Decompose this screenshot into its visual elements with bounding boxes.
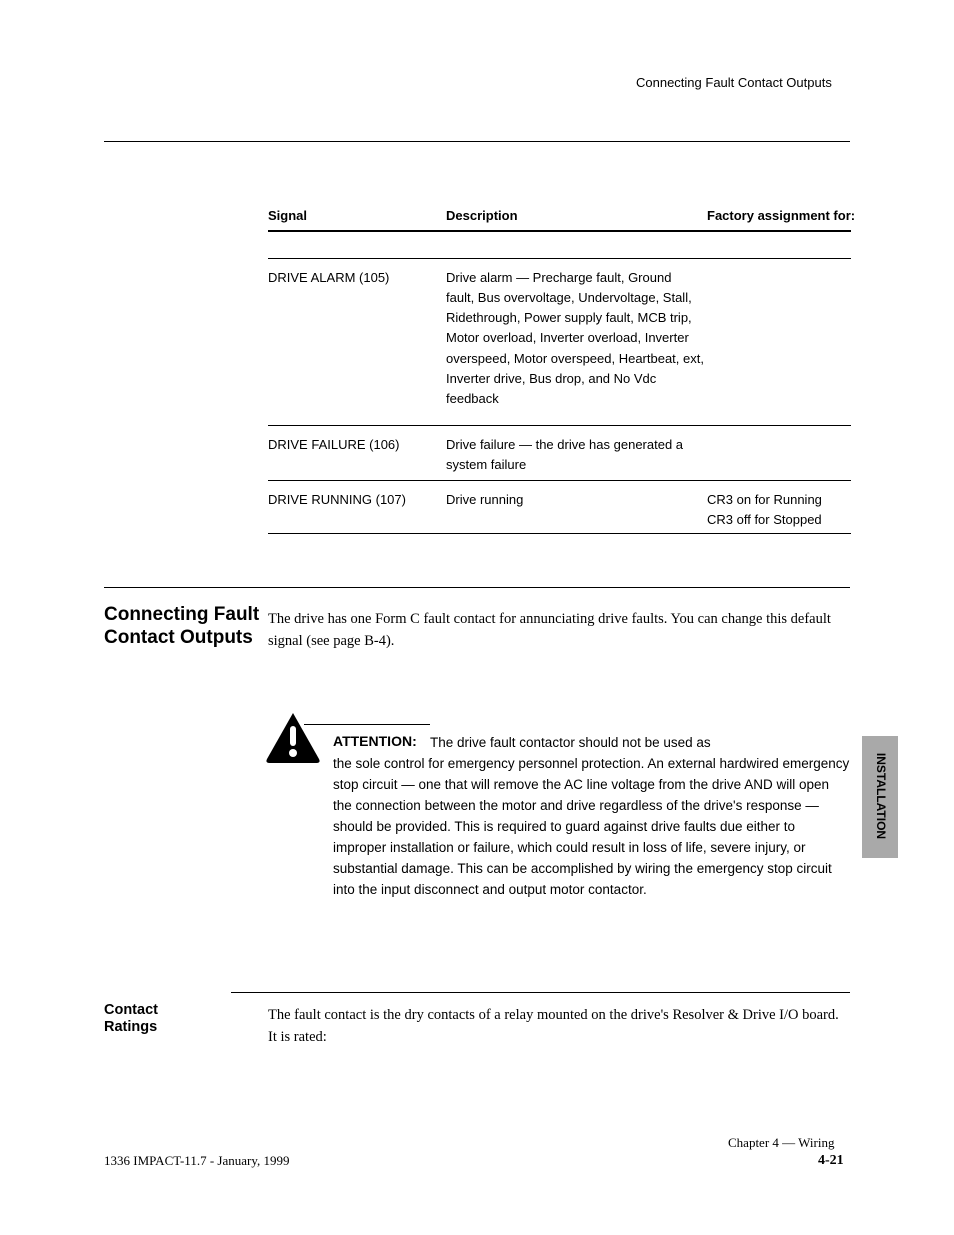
table-col-signal: Signal [268,208,307,224]
table-col-asgn: Factory assignment for: [707,208,855,224]
table-sub-rule [268,258,851,259]
table-header-rule [268,230,851,232]
warning-rule [304,724,430,725]
table-row-signal-0: DRIVE ALARM (105) [268,268,389,288]
table-row-rule-0 [268,425,851,426]
section-p2: The fault contact is the dry contacts of… [268,1004,850,1049]
footer-right-line1: Chapter 4 — Wiring [728,1135,834,1151]
footer-page-number: 4-21 [818,1153,844,1170]
side-tab-label: INSTALLATION [874,746,888,846]
table-row-signal-1: DRIVE FAILURE (106) [268,435,400,455]
table-row-asgn-2: CR3 on for Running CR3 off for Stopped [707,490,847,530]
table-row-desc-0: Drive alarm — Precharge fault, Ground fa… [446,268,696,409]
section-heading-line2: Contact Outputs [104,627,253,650]
footer-left: 1336 IMPACT-11.7 - January, 1999 [104,1153,290,1169]
contact-ratings-rule [231,992,850,993]
section-rule [104,587,850,588]
contact-ratings-label: Contact Ratings [104,1002,158,1037]
table-row-desc-2: Drive running [446,490,696,510]
warning-label: ATTENTION: [333,733,417,749]
page: Connecting Fault Contact Outputs Signal … [0,0,954,1235]
table-col-desc: Description [446,208,518,224]
warning-body-rest: the sole control for emergency personnel… [333,754,850,900]
table-row-rule-1 [268,480,851,481]
header-rule [104,141,850,142]
running-head: Connecting Fault Contact Outputs [636,75,832,91]
side-tab: INSTALLATION [862,736,898,858]
warning-body-firstline: The drive fault contactor should not be … [430,733,850,754]
table-row-signal-2: DRIVE RUNNING (107) [268,490,406,510]
table-row-desc-1: Drive failure — the drive has generated … [446,435,696,475]
section-p1: The drive has one Form C fault contact f… [268,608,850,653]
table-bottom-rule [268,533,851,534]
warning-icon [264,711,322,763]
section-heading-line1: Connecting Fault [104,604,259,627]
